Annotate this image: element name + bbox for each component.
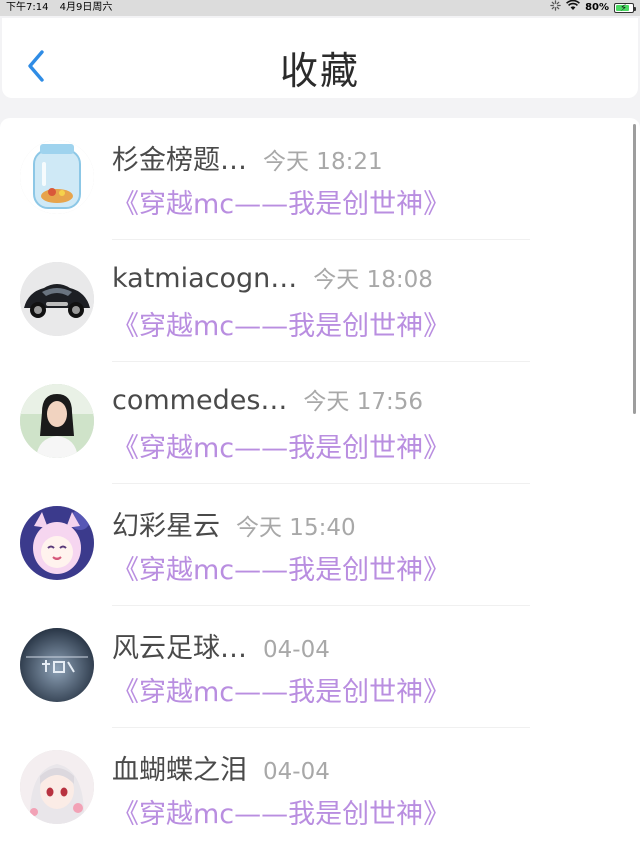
story-title[interactable]: 《穿越mc——我是创世神》 xyxy=(112,792,450,831)
timestamp: 今天 18:21 xyxy=(263,149,383,175)
story-title[interactable]: 《穿越mc——我是创世神》 xyxy=(112,670,450,709)
battery-icon: ⚡ xyxy=(614,3,636,14)
status-right: 80% ⚡ xyxy=(550,0,636,17)
author-name: 血蝴蝶之泪 04-04 xyxy=(112,755,330,786)
timestamp: 今天 15:40 xyxy=(236,515,356,541)
timestamp: 今天 17:56 xyxy=(303,389,423,415)
status-bar: 下午7:14 4月9日周六 80% ⚡ xyxy=(0,0,640,16)
author-name: 杉金榜题… 今天 18:21 xyxy=(112,145,383,176)
list-item[interactable]: 杉金榜题… 今天 18:21 《穿越mc——我是创世神》 xyxy=(0,118,640,240)
status-time: 下午7:14 xyxy=(6,2,49,13)
logo-avatar[interactable] xyxy=(20,628,94,702)
status-date: 4月9日周六 xyxy=(59,2,113,13)
list-item[interactable]: katmiacogn… 今天 18:08 《穿越mc——我是创世神》 xyxy=(0,240,640,362)
author-name: 风云足球… 04-04 xyxy=(112,633,330,664)
timestamp: 04-04 xyxy=(263,637,330,663)
favorites-list[interactable]: 杉金榜题… 今天 18:21 《穿越mc——我是创世神》 katmiacogn… 今… xyxy=(0,118,640,858)
story-title[interactable]: 《穿越mc——我是创世神》 xyxy=(112,426,450,465)
story-title[interactable]: 《穿越mc——我是创世神》 xyxy=(112,304,450,343)
list-item[interactable]: 血蝴蝶之泪 04-04 《穿越mc——我是创世神》 xyxy=(0,728,640,850)
list-item[interactable]: commedes… 今天 17:56 《穿越mc——我是创世神》 xyxy=(0,362,640,484)
author-name: commedes… 今天 17:56 xyxy=(112,385,423,416)
jar-avatar[interactable] xyxy=(20,140,94,214)
charging-bolt-icon: ⚡ xyxy=(620,3,628,14)
timestamp: 04-04 xyxy=(263,759,330,785)
story-title[interactable]: 《穿越mc——我是创世神》 xyxy=(112,182,450,221)
timestamp: 今天 18:08 xyxy=(313,267,433,293)
story-title[interactable]: 《穿越mc——我是创世神》 xyxy=(112,548,450,587)
anime-avatar[interactable] xyxy=(20,506,94,580)
status-left: 下午7:14 4月9日周六 xyxy=(6,0,120,16)
page-title: 收藏 xyxy=(279,49,360,93)
car-avatar[interactable] xyxy=(20,262,94,336)
author-name: 幻彩星云 今天 15:40 xyxy=(112,511,356,542)
anime-girl-avatar[interactable] xyxy=(20,750,94,824)
loading-icon xyxy=(550,0,561,17)
wifi-icon xyxy=(566,0,581,17)
battery-percent: 80% xyxy=(585,2,609,13)
list-item[interactable]: 幻彩星云 今天 15:40 《穿越mc——我是创世神》 xyxy=(0,484,640,606)
author-name: katmiacogn… 今天 18:08 xyxy=(112,263,433,294)
header: 收藏 xyxy=(2,18,638,98)
list-item[interactable]: 风云足球… 04-04 《穿越mc——我是创世神》 xyxy=(0,606,640,728)
portrait-avatar[interactable] xyxy=(20,384,94,458)
